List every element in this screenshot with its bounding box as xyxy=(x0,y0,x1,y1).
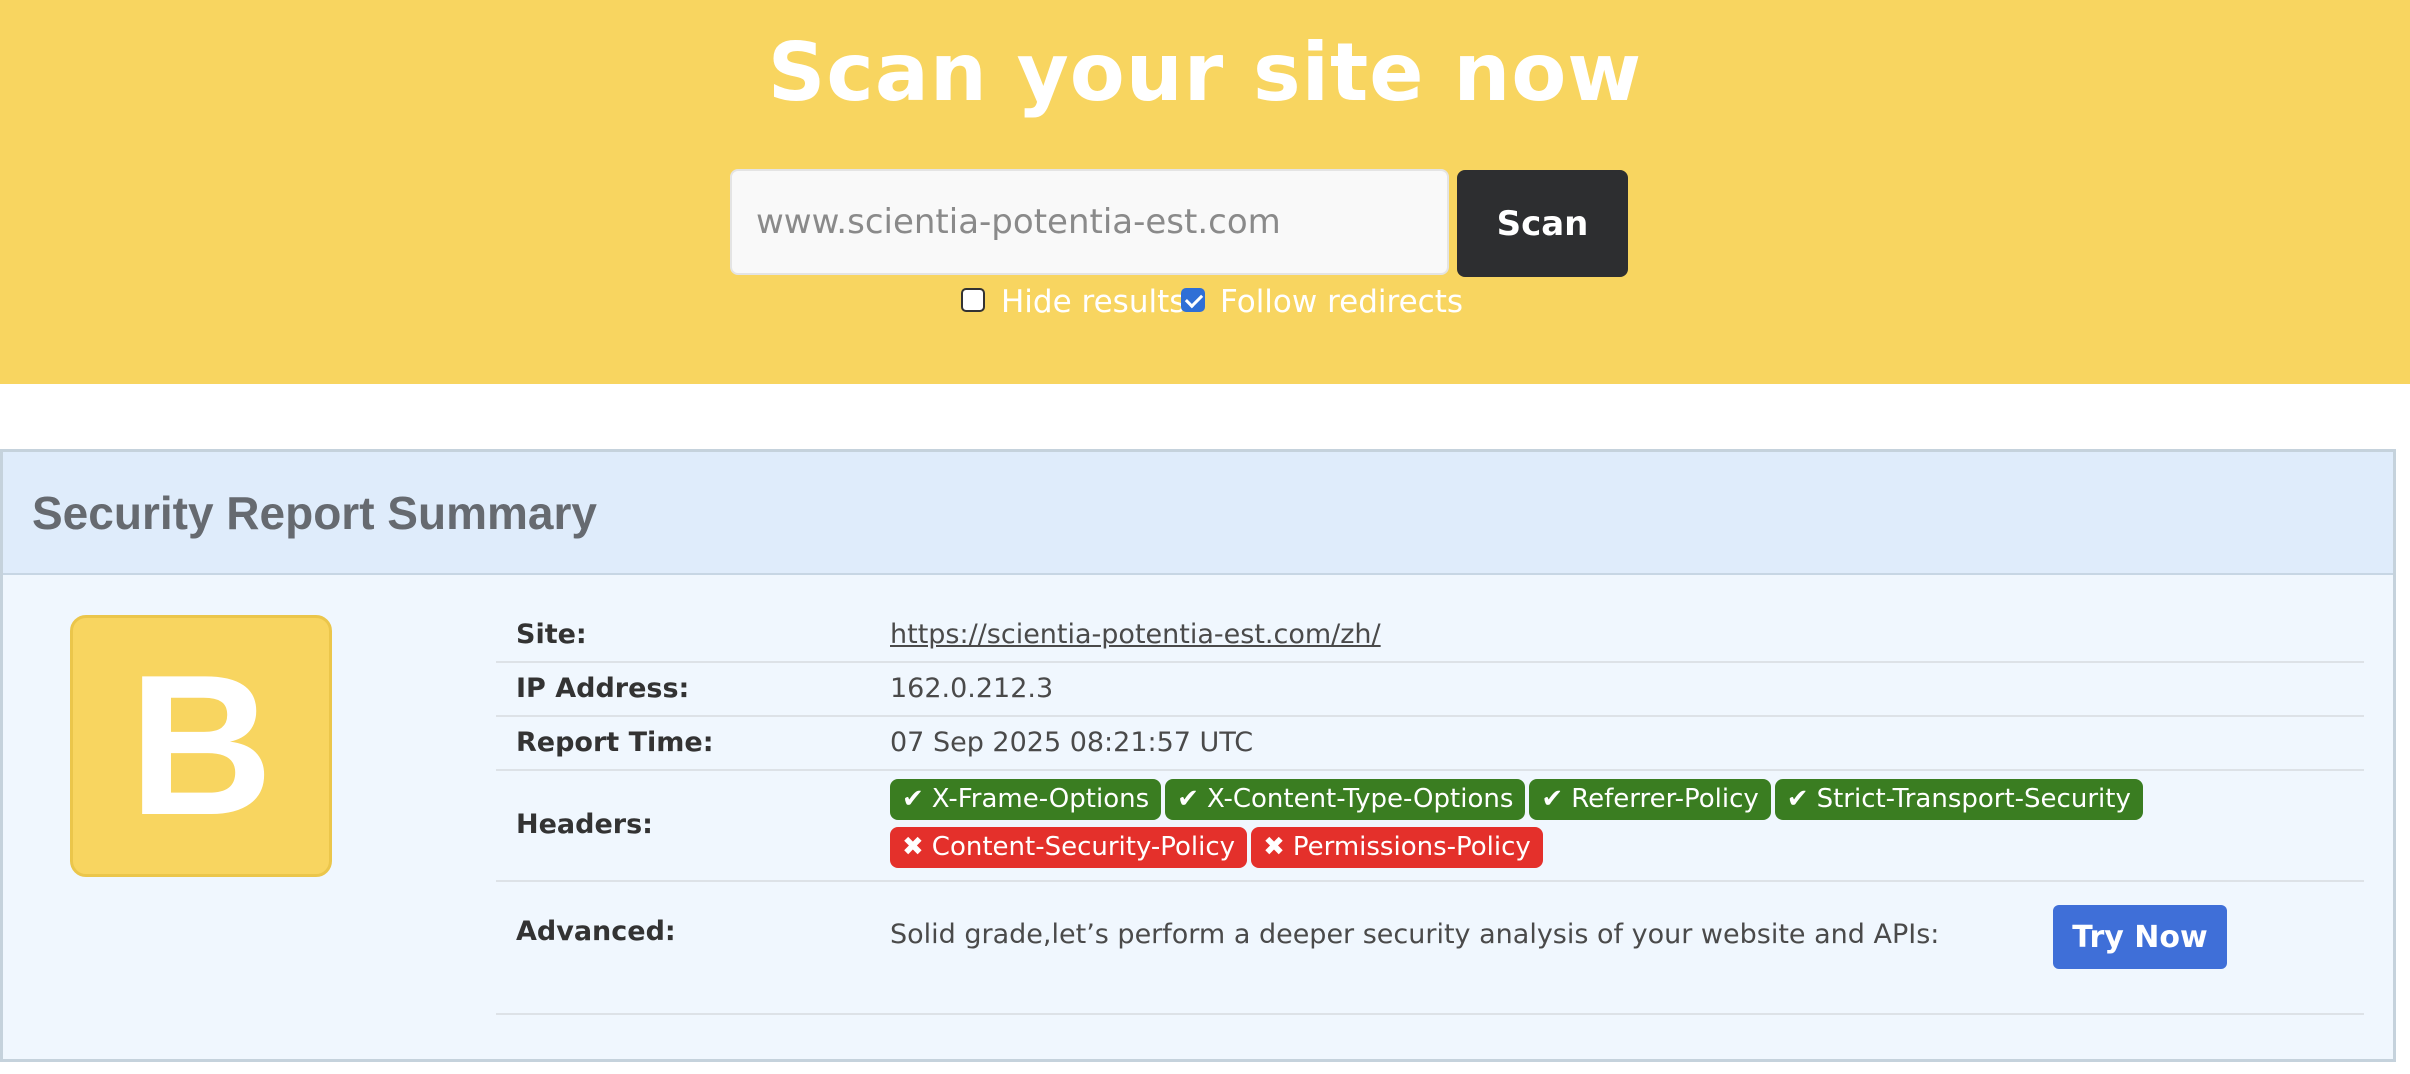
header-tag-label: Content-Security-Policy xyxy=(931,832,1236,862)
grade-badge: B xyxy=(70,615,332,877)
check-icon: ✔ xyxy=(1177,784,1199,814)
report-time-value: 07 Sep 2025 08:21:57 UTC xyxy=(890,727,1254,758)
scan-button[interactable]: Scan xyxy=(1457,170,1628,277)
site-url-input[interactable] xyxy=(730,169,1449,275)
hero-title: Scan your site now xyxy=(767,26,1643,119)
report-time-row: Report Time: 07 Sep 2025 08:21:57 UTC xyxy=(496,717,2364,771)
header-tag-failed: ✖ Content-Security-Policy xyxy=(890,827,1248,868)
hide-results-checkbox[interactable] xyxy=(961,288,985,312)
site-link[interactable]: https://scientia-potentia-est.com/zh/ xyxy=(890,619,1381,650)
report-header: Security Report Summary xyxy=(3,452,2393,575)
follow-redirects-label[interactable]: Follow redirects xyxy=(1220,282,1463,322)
report-time-label: Report Time: xyxy=(516,727,714,758)
site-row: Site: https://scientia-potentia-est.com/… xyxy=(496,609,2364,663)
header-tags: ✔ X-Frame-Options ✔ X-Content-Type-Options ✔… xyxy=(890,779,2190,875)
failed-headers-line: ✖ Content-Security-Policy ✖ Permissions-Pol… xyxy=(890,827,2190,875)
header-tag-passed: ✔ Referrer-Policy xyxy=(1529,779,1771,820)
headers-row: Headers: ✔ X-Frame-Options ✔ X-Content-Type… xyxy=(496,771,2364,882)
scan-hero: Scan your site now Scan Hide results Fol… xyxy=(0,0,2410,384)
try-now-button[interactable]: Try Now xyxy=(2053,905,2227,969)
header-tag-label: X-Content-Type-Options xyxy=(1206,784,1514,814)
follow-redirects-checkbox[interactable] xyxy=(1181,288,1205,312)
x-icon: ✖ xyxy=(902,832,924,862)
header-tag-failed: ✖ Permissions-Policy xyxy=(1251,827,1543,868)
header-tag-label: Permissions-Policy xyxy=(1292,832,1531,862)
scan-options: Hide results Follow redirects xyxy=(0,280,2410,324)
header-tag-passed: ✔ Strict-Transport-Security xyxy=(1774,779,2143,820)
advanced-label: Advanced: xyxy=(516,916,676,947)
site-label: Site: xyxy=(516,619,587,650)
ip-value: 162.0.212.3 xyxy=(890,673,1054,704)
header-tag-passed: ✔ X-Frame-Options xyxy=(890,779,1162,820)
ip-row: IP Address: 162.0.212.3 xyxy=(496,663,2364,717)
header-tag-label: Referrer-Policy xyxy=(1571,784,1759,814)
check-icon: ✔ xyxy=(1541,784,1564,814)
header-tag-label: X-Frame-Options xyxy=(931,784,1150,814)
check-icon: ✔ xyxy=(1786,784,1809,814)
report-title: Security Report Summary xyxy=(32,487,597,539)
header-tag-passed: ✔ X-Content-Type-Options xyxy=(1165,779,1526,820)
advanced-row: Advanced: Solid grade,let’s perform a de… xyxy=(496,882,2364,1015)
report-details: Site: https://scientia-potentia-est.com/… xyxy=(496,609,2364,1015)
ip-label: IP Address: xyxy=(516,673,690,704)
x-icon: ✖ xyxy=(1263,832,1285,862)
headers-label: Headers: xyxy=(516,809,653,840)
check-icon: ✔ xyxy=(902,784,924,814)
security-report-panel: Security Report Summary B Site: https://… xyxy=(0,449,2396,1062)
header-tag-label: Strict-Transport-Security xyxy=(1816,784,2131,814)
hide-results-label[interactable]: Hide results xyxy=(1001,282,1185,322)
passed-headers-line: ✔ X-Frame-Options ✔ X-Content-Type-Options ✔… xyxy=(890,779,2190,827)
advanced-text: Solid grade,let’s perform a deeper secur… xyxy=(890,919,1940,950)
